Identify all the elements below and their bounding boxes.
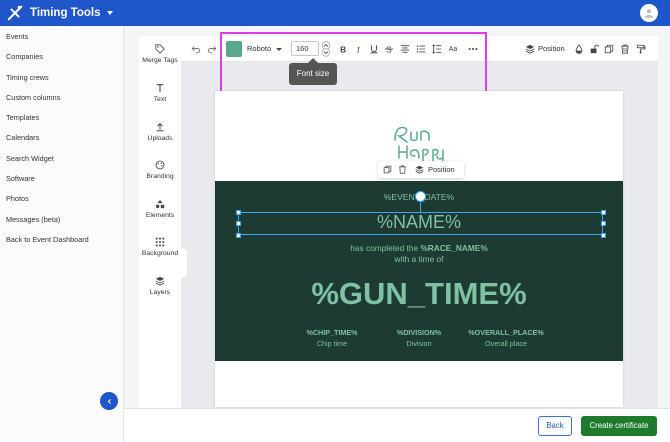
unlock-icon bbox=[590, 44, 599, 54]
tool-merge-tags[interactable]: Merge Tags bbox=[139, 44, 181, 64]
stat-chip-time[interactable]: %CHIP_TIME% Chip time bbox=[287, 328, 377, 348]
sidebar-item-templates[interactable]: Templates bbox=[0, 108, 123, 128]
undo-button[interactable] bbox=[189, 42, 203, 56]
copy-icon bbox=[383, 165, 392, 174]
resize-handle-bottom-right[interactable] bbox=[600, 232, 606, 238]
rotate-connector bbox=[420, 202, 421, 212]
sidebar-item-search-widget[interactable]: Search Widget bbox=[0, 149, 123, 169]
tool-merge-tags-label: Merge Tags bbox=[142, 57, 178, 64]
element-toolbar: Position bbox=[378, 161, 464, 178]
layers-icon bbox=[525, 44, 535, 54]
toolbar-highlight-annotation bbox=[220, 32, 487, 93]
undo-icon bbox=[191, 46, 201, 54]
sidebar-item-photos[interactable]: Photos bbox=[0, 189, 123, 209]
text-icon bbox=[156, 84, 164, 93]
chevron-left-icon bbox=[107, 398, 111, 404]
stat-value: %OVERALL_PLACE% bbox=[468, 328, 544, 337]
completed-prefix: has completed the bbox=[350, 243, 419, 253]
tool-uploads[interactable]: Uploads bbox=[139, 122, 181, 142]
tools-panel-handle[interactable] bbox=[181, 248, 187, 278]
tool-elements[interactable]: Elements bbox=[139, 199, 181, 219]
duplicate-button[interactable] bbox=[602, 42, 616, 56]
stat-overall-place[interactable]: %OVERALL_PLACE% Overall place bbox=[461, 328, 551, 348]
sidebar-item-custom-columns[interactable]: Custom columns bbox=[0, 88, 123, 108]
redo-button[interactable] bbox=[205, 42, 219, 56]
delete-button[interactable] bbox=[618, 42, 632, 56]
chevron-down-icon[interactable] bbox=[106, 11, 113, 15]
sidebar: Events Companies Timing crews Custom col… bbox=[0, 26, 124, 442]
back-button[interactable]: Back bbox=[538, 416, 572, 436]
tool-elements-label: Elements bbox=[145, 212, 175, 219]
collapse-sidebar-button[interactable] bbox=[100, 392, 118, 410]
layers-icon bbox=[415, 165, 424, 174]
tool-text-label: Text bbox=[153, 96, 167, 103]
tool-text[interactable]: Text bbox=[139, 83, 181, 103]
position-icon-button[interactable] bbox=[523, 42, 537, 56]
stat-label: Chip time bbox=[316, 339, 348, 348]
element-delete-button[interactable] bbox=[397, 164, 408, 175]
position-button[interactable]: Position bbox=[538, 44, 565, 53]
font-size-tooltip: Font size bbox=[289, 58, 337, 85]
stat-division[interactable]: %DIVISION% Division bbox=[374, 328, 464, 348]
tool-background[interactable]: Background bbox=[139, 237, 181, 257]
stat-label: Division bbox=[406, 339, 432, 348]
sidebar-item-events[interactable]: Events bbox=[0, 27, 123, 47]
selection-box[interactable] bbox=[238, 212, 603, 235]
lock-button[interactable] bbox=[587, 42, 601, 56]
completed-line[interactable]: has completed the %RACE_NAME% bbox=[215, 243, 623, 253]
resize-handle-left[interactable] bbox=[235, 220, 241, 226]
resize-handle-top-right[interactable] bbox=[600, 209, 606, 215]
trash-icon bbox=[399, 165, 406, 174]
top-bar: Timing Tools bbox=[0, 0, 670, 26]
resize-handle-bottom-left[interactable] bbox=[235, 232, 241, 238]
sidebar-item-back-to-dashboard[interactable]: Back to Event Dashboard bbox=[0, 230, 123, 250]
sidebar-item-messages[interactable]: Messages (beta) bbox=[0, 210, 123, 230]
sidebar-item-companies[interactable]: Companies bbox=[0, 47, 123, 67]
paint-roller-icon bbox=[636, 44, 646, 54]
run-happy-logo-image bbox=[394, 126, 444, 163]
stat-label: Overall place bbox=[485, 339, 527, 348]
tool-branding-label: Branding bbox=[146, 173, 174, 180]
stat-value: %CHIP_TIME% bbox=[306, 328, 358, 337]
tag-icon bbox=[155, 44, 165, 54]
user-icon bbox=[644, 9, 654, 18]
timing-tools-logo-icon bbox=[7, 5, 23, 21]
palette-icon bbox=[155, 160, 165, 170]
stat-value: %DIVISION% bbox=[396, 328, 442, 337]
element-position-button[interactable]: Position bbox=[428, 165, 455, 174]
tools-panel: Merge Tags Text Uploads Branding Element… bbox=[139, 36, 181, 408]
time-of-text[interactable]: with a time of bbox=[215, 254, 623, 264]
shapes-icon bbox=[156, 199, 165, 209]
sidebar-item-timing-crews[interactable]: Timing crews bbox=[0, 68, 123, 88]
element-duplicate-button[interactable] bbox=[382, 164, 393, 175]
opacity-button[interactable] bbox=[572, 42, 586, 56]
rotate-handle[interactable] bbox=[415, 191, 426, 202]
tool-background-label: Background bbox=[141, 250, 179, 257]
upload-icon bbox=[156, 122, 164, 132]
copy-icon bbox=[604, 44, 614, 54]
droplet-icon bbox=[575, 44, 583, 54]
layers-icon bbox=[155, 276, 165, 286]
resize-handle-top-left[interactable] bbox=[235, 209, 241, 215]
gun-time-text[interactable]: %GUN_TIME% bbox=[215, 276, 623, 312]
tool-branding[interactable]: Branding bbox=[139, 160, 181, 180]
tool-uploads-label: Uploads bbox=[147, 135, 173, 142]
tool-layers-label: Layers bbox=[149, 289, 171, 296]
sidebar-item-calendars[interactable]: Calendars bbox=[0, 128, 123, 148]
sidebar-item-software[interactable]: Software bbox=[0, 169, 123, 189]
avatar[interactable] bbox=[640, 4, 658, 22]
app-title: Timing Tools bbox=[30, 7, 101, 19]
race-name-tag: %RACE_NAME% bbox=[420, 243, 488, 253]
element-position-icon[interactable] bbox=[414, 164, 425, 175]
run-happy-logo[interactable] bbox=[387, 122, 449, 164]
format-painter-button[interactable] bbox=[634, 42, 648, 56]
redo-icon bbox=[207, 46, 217, 54]
create-certificate-button[interactable]: Create certificate bbox=[581, 416, 657, 436]
brand[interactable]: Timing Tools bbox=[6, 4, 113, 22]
resize-handle-right[interactable] bbox=[600, 220, 606, 226]
tool-layers[interactable]: Layers bbox=[139, 276, 181, 296]
trash-icon bbox=[621, 44, 629, 54]
grid-icon bbox=[155, 237, 165, 247]
